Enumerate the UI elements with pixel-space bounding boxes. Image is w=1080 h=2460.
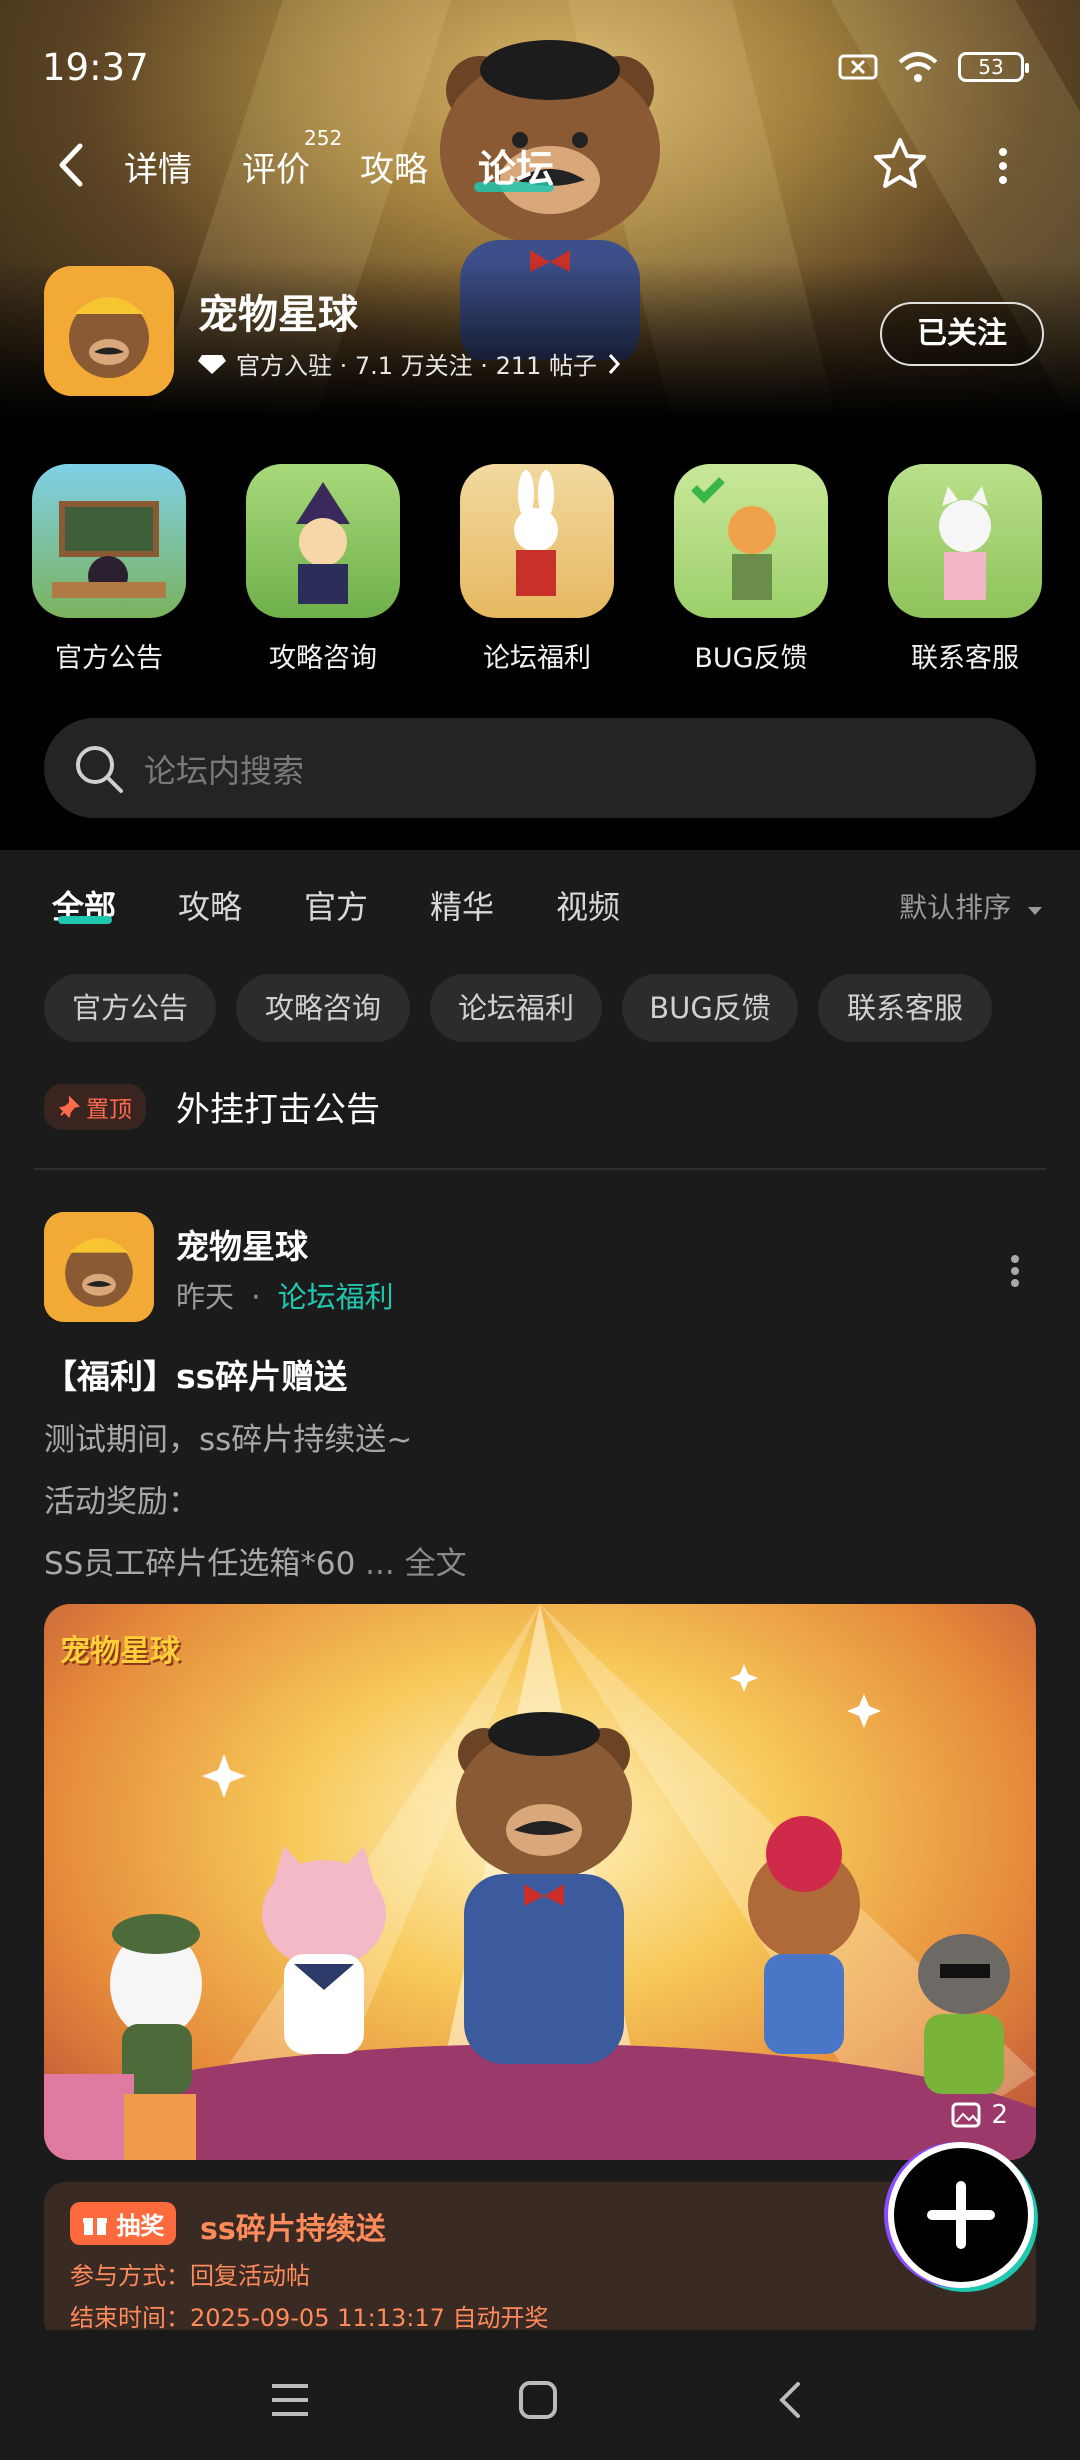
system-nav-bar xyxy=(0,2330,1080,2460)
forum-meta-link[interactable]: 官方入驻 · 7.1 万关注 · 211 帖子 xyxy=(198,346,621,381)
category-label: 联系客服 xyxy=(911,643,1019,674)
search-input[interactable]: 论坛内搜索 xyxy=(44,718,1036,818)
menu-icon[interactable] xyxy=(270,2382,310,2418)
lottery-card[interactable]: 抽奖 ss碎片持续送 参与方式：回复活动帖 结束时间：2025-09-05 11… xyxy=(44,2182,1036,2330)
top-nav: 详情 评价 252 攻略 论坛 xyxy=(0,126,1080,204)
sort-dropdown[interactable]: 默认排序 xyxy=(899,886,1044,926)
game-logo: 宠物星球 xyxy=(60,1634,180,1669)
category-thumbnail xyxy=(888,464,1042,618)
filter-tab-video[interactable]: 视频 xyxy=(556,882,620,928)
sim-off-icon xyxy=(838,54,878,80)
post-time: 昨天 xyxy=(176,1280,235,1314)
category-bug-report[interactable]: BUG反馈 xyxy=(674,464,828,675)
chip-guide-consult[interactable]: 攻略咨询 xyxy=(236,974,410,1042)
image-count: 2 xyxy=(951,2100,1008,2130)
tab-guides[interactable]: 攻略 xyxy=(360,142,428,191)
category-thumbnail xyxy=(460,464,614,618)
filter-tab-underline xyxy=(58,916,112,924)
post-body-line: 测试期间，ss碎片持续送~ xyxy=(44,1422,413,1458)
plus-icon xyxy=(927,2181,995,2249)
filter-tab-official[interactable]: 官方 xyxy=(304,882,368,928)
forum-meta-text: 官方入驻 · 7.1 万关注 · 211 帖子 xyxy=(236,352,598,380)
post-body-line: 活动奖励： xyxy=(44,1484,199,1520)
pinned-badge: 置顶 xyxy=(44,1083,146,1130)
category-label: 官方公告 xyxy=(55,643,163,674)
category-label: 论坛福利 xyxy=(483,643,591,674)
chip-bug-report[interactable]: BUG反馈 xyxy=(622,974,798,1042)
post-title[interactable]: 【福利】ss碎片赠送 xyxy=(44,1350,347,1398)
post-more-icon[interactable] xyxy=(1010,1254,1020,1288)
category-guide-consult[interactable]: 攻略咨询 xyxy=(246,464,400,675)
category-thumbnail xyxy=(246,464,400,618)
chevron-right-icon xyxy=(608,353,621,374)
post-author[interactable]: 宠物星球 xyxy=(176,1220,308,1268)
post-body-text: SS员工碎片任选箱*60 xyxy=(44,1546,356,1582)
category-thumbnail xyxy=(32,464,186,618)
lottery-method: 参与方式：回复活动帖 xyxy=(70,2262,310,2290)
lottery-badge-text: 抽奖 xyxy=(116,2212,165,2240)
chip-forum-welfare[interactable]: 论坛福利 xyxy=(430,974,602,1042)
forum-header: 宠物星球 官方入驻 · 7.1 万关注 · 211 帖子 已关注 xyxy=(44,266,1044,400)
back-arrow-icon[interactable] xyxy=(52,140,92,190)
create-post-button[interactable] xyxy=(888,2142,1034,2288)
pinned-post[interactable]: 置顶 外挂打击公告 xyxy=(44,1082,380,1131)
status-time: 19:37 xyxy=(42,46,149,89)
back-icon[interactable] xyxy=(776,2380,802,2420)
home-icon[interactable] xyxy=(518,2380,558,2420)
sort-label: 默认排序 xyxy=(899,891,1012,924)
battery-indicator: 53 xyxy=(958,52,1029,82)
pinned-badge-text: 置顶 xyxy=(86,1096,132,1123)
filter-tab-guides[interactable]: 攻略 xyxy=(178,882,242,928)
category-official-notice[interactable]: 官方公告 xyxy=(32,464,186,675)
wifi-icon xyxy=(898,52,938,82)
star-favorite-icon[interactable] xyxy=(870,134,930,194)
read-full-link[interactable]: 全文 xyxy=(405,1546,467,1582)
image-count-text: 2 xyxy=(991,2100,1008,2130)
category-customer-service[interactable]: 联系客服 xyxy=(888,464,1042,675)
more-menu-icon[interactable] xyxy=(996,146,1010,186)
category-label: 攻略咨询 xyxy=(269,643,377,674)
post-image[interactable]: 宠物星球 2 xyxy=(44,1604,1036,2160)
category-label: BUG反馈 xyxy=(694,643,808,674)
tab-forum[interactable]: 论坛 xyxy=(478,138,554,193)
tab-reviews[interactable]: 评价 xyxy=(242,142,310,191)
pinned-title: 外挂打击公告 xyxy=(176,1090,380,1130)
app-icon xyxy=(44,266,174,396)
category-forum-welfare[interactable]: 论坛福利 xyxy=(460,464,614,675)
post-ellipsis: ... xyxy=(365,1546,395,1582)
post-body-line-last: SS员工碎片任选箱*60 ... 全文 xyxy=(44,1538,467,1583)
gift-icon xyxy=(83,2218,107,2235)
filter-tab-featured[interactable]: 精华 xyxy=(430,882,494,928)
search-icon xyxy=(76,746,123,793)
forum-name: 宠物星球 xyxy=(198,292,358,338)
search-placeholder: 论坛内搜索 xyxy=(144,752,305,790)
diamond-icon xyxy=(198,354,226,374)
lottery-end-time: 结束时间：2025-09-05 11:13:17 自动开奖 xyxy=(70,2304,549,2330)
divider xyxy=(34,1168,1046,1170)
caret-down-icon xyxy=(1028,907,1042,915)
chip-official-notice[interactable]: 官方公告 xyxy=(44,974,216,1042)
post-section-tag[interactable]: 论坛福利 xyxy=(278,1280,394,1314)
follow-button[interactable]: 已关注 xyxy=(880,302,1044,366)
avatar[interactable] xyxy=(44,1212,154,1322)
pin-icon xyxy=(59,1095,80,1118)
image-icon xyxy=(951,2102,981,2128)
post-meta: 昨天 · 论坛福利 xyxy=(176,1280,394,1314)
category-shortcuts: 官方公告 攻略咨询 论坛福利 BUG反馈 联系客服 论坛内搜索 xyxy=(0,420,1080,850)
forum-feed: 全部 攻略 官方 精华 视频 默认排序 官方公告 攻略咨询 论坛福利 BUG反馈… xyxy=(0,850,1080,2330)
status-bar: 19:37 53 xyxy=(0,0,1080,140)
chip-customer-service[interactable]: 联系客服 xyxy=(818,974,992,1042)
tab-details[interactable]: 详情 xyxy=(124,142,192,191)
lottery-title: ss碎片持续送 xyxy=(200,2212,386,2247)
category-thumbnail xyxy=(674,464,828,618)
lottery-badge: 抽奖 xyxy=(70,2202,177,2245)
reviews-count-badge: 252 xyxy=(304,126,343,150)
